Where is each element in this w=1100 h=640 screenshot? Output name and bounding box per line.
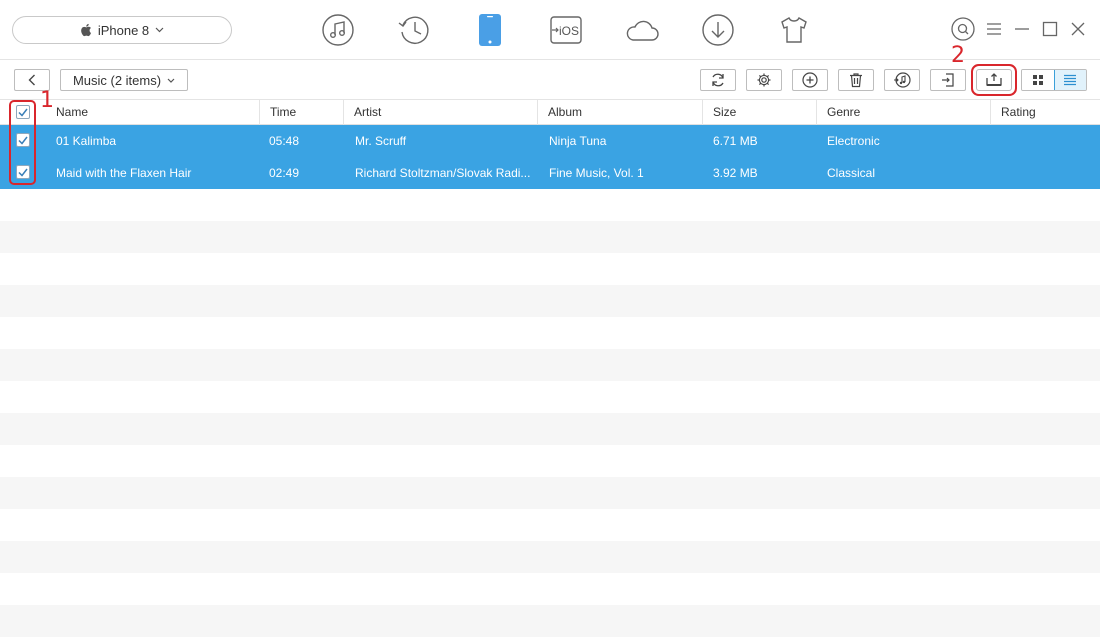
close-button[interactable]	[1068, 17, 1088, 41]
top-bar: iPhone 8 iOS	[0, 0, 1100, 60]
empty-row	[0, 477, 1100, 509]
settings-button[interactable]	[746, 69, 782, 91]
empty-row	[0, 349, 1100, 381]
empty-row	[0, 445, 1100, 477]
empty-row	[0, 285, 1100, 317]
cell-artist: Mr. Scruff	[355, 134, 407, 148]
cell-artist: Richard Stoltzman/Slovak Radi...	[355, 166, 531, 180]
empty-row	[0, 413, 1100, 445]
refresh-icon	[712, 73, 724, 87]
music-table: Name Time Artist Album Size Genre Rating…	[0, 100, 1100, 640]
annotation-checkbox-highlight	[9, 100, 36, 185]
empty-row	[0, 573, 1100, 605]
annotation-number-2: 2	[951, 43, 965, 68]
empty-row	[0, 253, 1100, 285]
cell-size: 6.71 MB	[713, 134, 758, 148]
search-button[interactable]	[950, 17, 976, 41]
menu-button[interactable]	[984, 17, 1004, 41]
grid-icon	[1032, 75, 1043, 85]
export-icon	[986, 73, 1002, 86]
device-name: iPhone 8	[97, 22, 150, 38]
column-header-time[interactable]: Time	[259, 100, 343, 125]
cell-name: Maid with the Flaxen Hair	[56, 166, 192, 180]
cell-time: 05:48	[269, 134, 300, 148]
chevron-down-icon	[155, 27, 164, 33]
cell-name: 01 Kalimba	[56, 134, 117, 148]
maximize-icon	[1042, 21, 1058, 37]
table-row[interactable]: Maid with the Flaxen Hair 02:49 Richard …	[0, 157, 1100, 189]
delete-button[interactable]	[838, 69, 874, 91]
chevron-down-icon	[167, 78, 175, 83]
nav-history[interactable]	[376, 10, 452, 50]
main-nav: iOS	[300, 10, 832, 50]
cell-genre: Classical	[827, 166, 876, 180]
empty-row	[0, 317, 1100, 349]
add-button[interactable]	[792, 69, 828, 91]
column-header-artist[interactable]: Artist	[343, 100, 537, 125]
window-controls	[950, 17, 1088, 41]
nav-shirt[interactable]	[756, 10, 832, 50]
cell-genre: Electronic	[827, 134, 880, 148]
empty-row	[0, 605, 1100, 637]
column-header-rating[interactable]: Rating	[990, 100, 1100, 125]
import-icon	[942, 73, 954, 87]
to-device-button[interactable]	[930, 69, 966, 91]
cell-rating	[1000, 157, 1098, 189]
plus-circle-icon	[802, 72, 818, 88]
shirt-icon	[781, 17, 807, 43]
download-icon	[702, 14, 734, 46]
apple-icon	[80, 23, 92, 37]
table-body: 01 Kalimba 05:48 Mr. Scruff Ninja Tuna 6…	[0, 125, 1100, 637]
nav-music[interactable]	[300, 10, 376, 50]
table-row[interactable]: 01 Kalimba 05:48 Mr. Scruff Ninja Tuna 6…	[0, 125, 1100, 157]
column-header-size[interactable]: Size	[702, 100, 816, 125]
hamburger-icon	[987, 23, 1001, 35]
device-selector[interactable]: iPhone 8	[12, 16, 232, 44]
column-header-album[interactable]: Album	[537, 100, 702, 125]
empty-row	[0, 221, 1100, 253]
column-header-genre[interactable]: Genre	[816, 100, 990, 125]
empty-row	[0, 189, 1100, 221]
cell-album: Ninja Tuna	[549, 134, 607, 148]
close-icon	[1071, 22, 1085, 36]
cell-album: Fine Music, Vol. 1	[549, 166, 644, 180]
empty-row	[0, 509, 1100, 541]
cell-size: 3.92 MB	[713, 166, 758, 180]
column-header-name[interactable]: Name	[46, 100, 259, 125]
empty-row	[0, 541, 1100, 573]
minimize-button[interactable]	[1012, 17, 1032, 41]
svg-text:iOS: iOS	[559, 24, 579, 38]
nav-cloud[interactable]	[604, 10, 680, 50]
cloud-icon	[626, 20, 659, 41]
list-icon	[1064, 74, 1077, 86]
maximize-button[interactable]	[1040, 17, 1060, 41]
export-to-computer-button[interactable]	[976, 69, 1012, 91]
cell-time: 02:49	[269, 166, 300, 180]
music-icon	[322, 14, 354, 46]
toolbar: Music (2 items)	[0, 60, 1100, 100]
table-header: Name Time Artist Album Size Genre Rating	[0, 100, 1100, 125]
cell-rating	[1000, 125, 1098, 157]
trash-icon	[850, 73, 862, 88]
empty-row	[0, 381, 1100, 413]
view-toggle	[1021, 69, 1087, 91]
to-ios-icon: iOS	[550, 16, 582, 44]
history-icon	[398, 16, 429, 44]
nav-device[interactable]	[452, 10, 528, 50]
annotation-number-1: 1	[40, 88, 54, 113]
to-itunes-button[interactable]	[884, 69, 920, 91]
grid-view-button[interactable]	[1022, 70, 1054, 90]
phone-icon	[479, 14, 501, 46]
category-label: Music (2 items)	[72, 72, 162, 88]
category-dropdown[interactable]: Music (2 items)	[60, 69, 188, 91]
gear-icon	[757, 73, 771, 87]
search-icon	[951, 17, 975, 41]
nav-to-ios[interactable]: iOS	[528, 10, 604, 50]
list-view-button[interactable]	[1053, 70, 1086, 90]
refresh-button[interactable]	[700, 69, 736, 91]
nav-download[interactable]	[680, 10, 756, 50]
minimize-icon	[1015, 28, 1029, 30]
chevron-left-icon	[28, 74, 35, 86]
music-note-circle-icon	[894, 72, 911, 88]
